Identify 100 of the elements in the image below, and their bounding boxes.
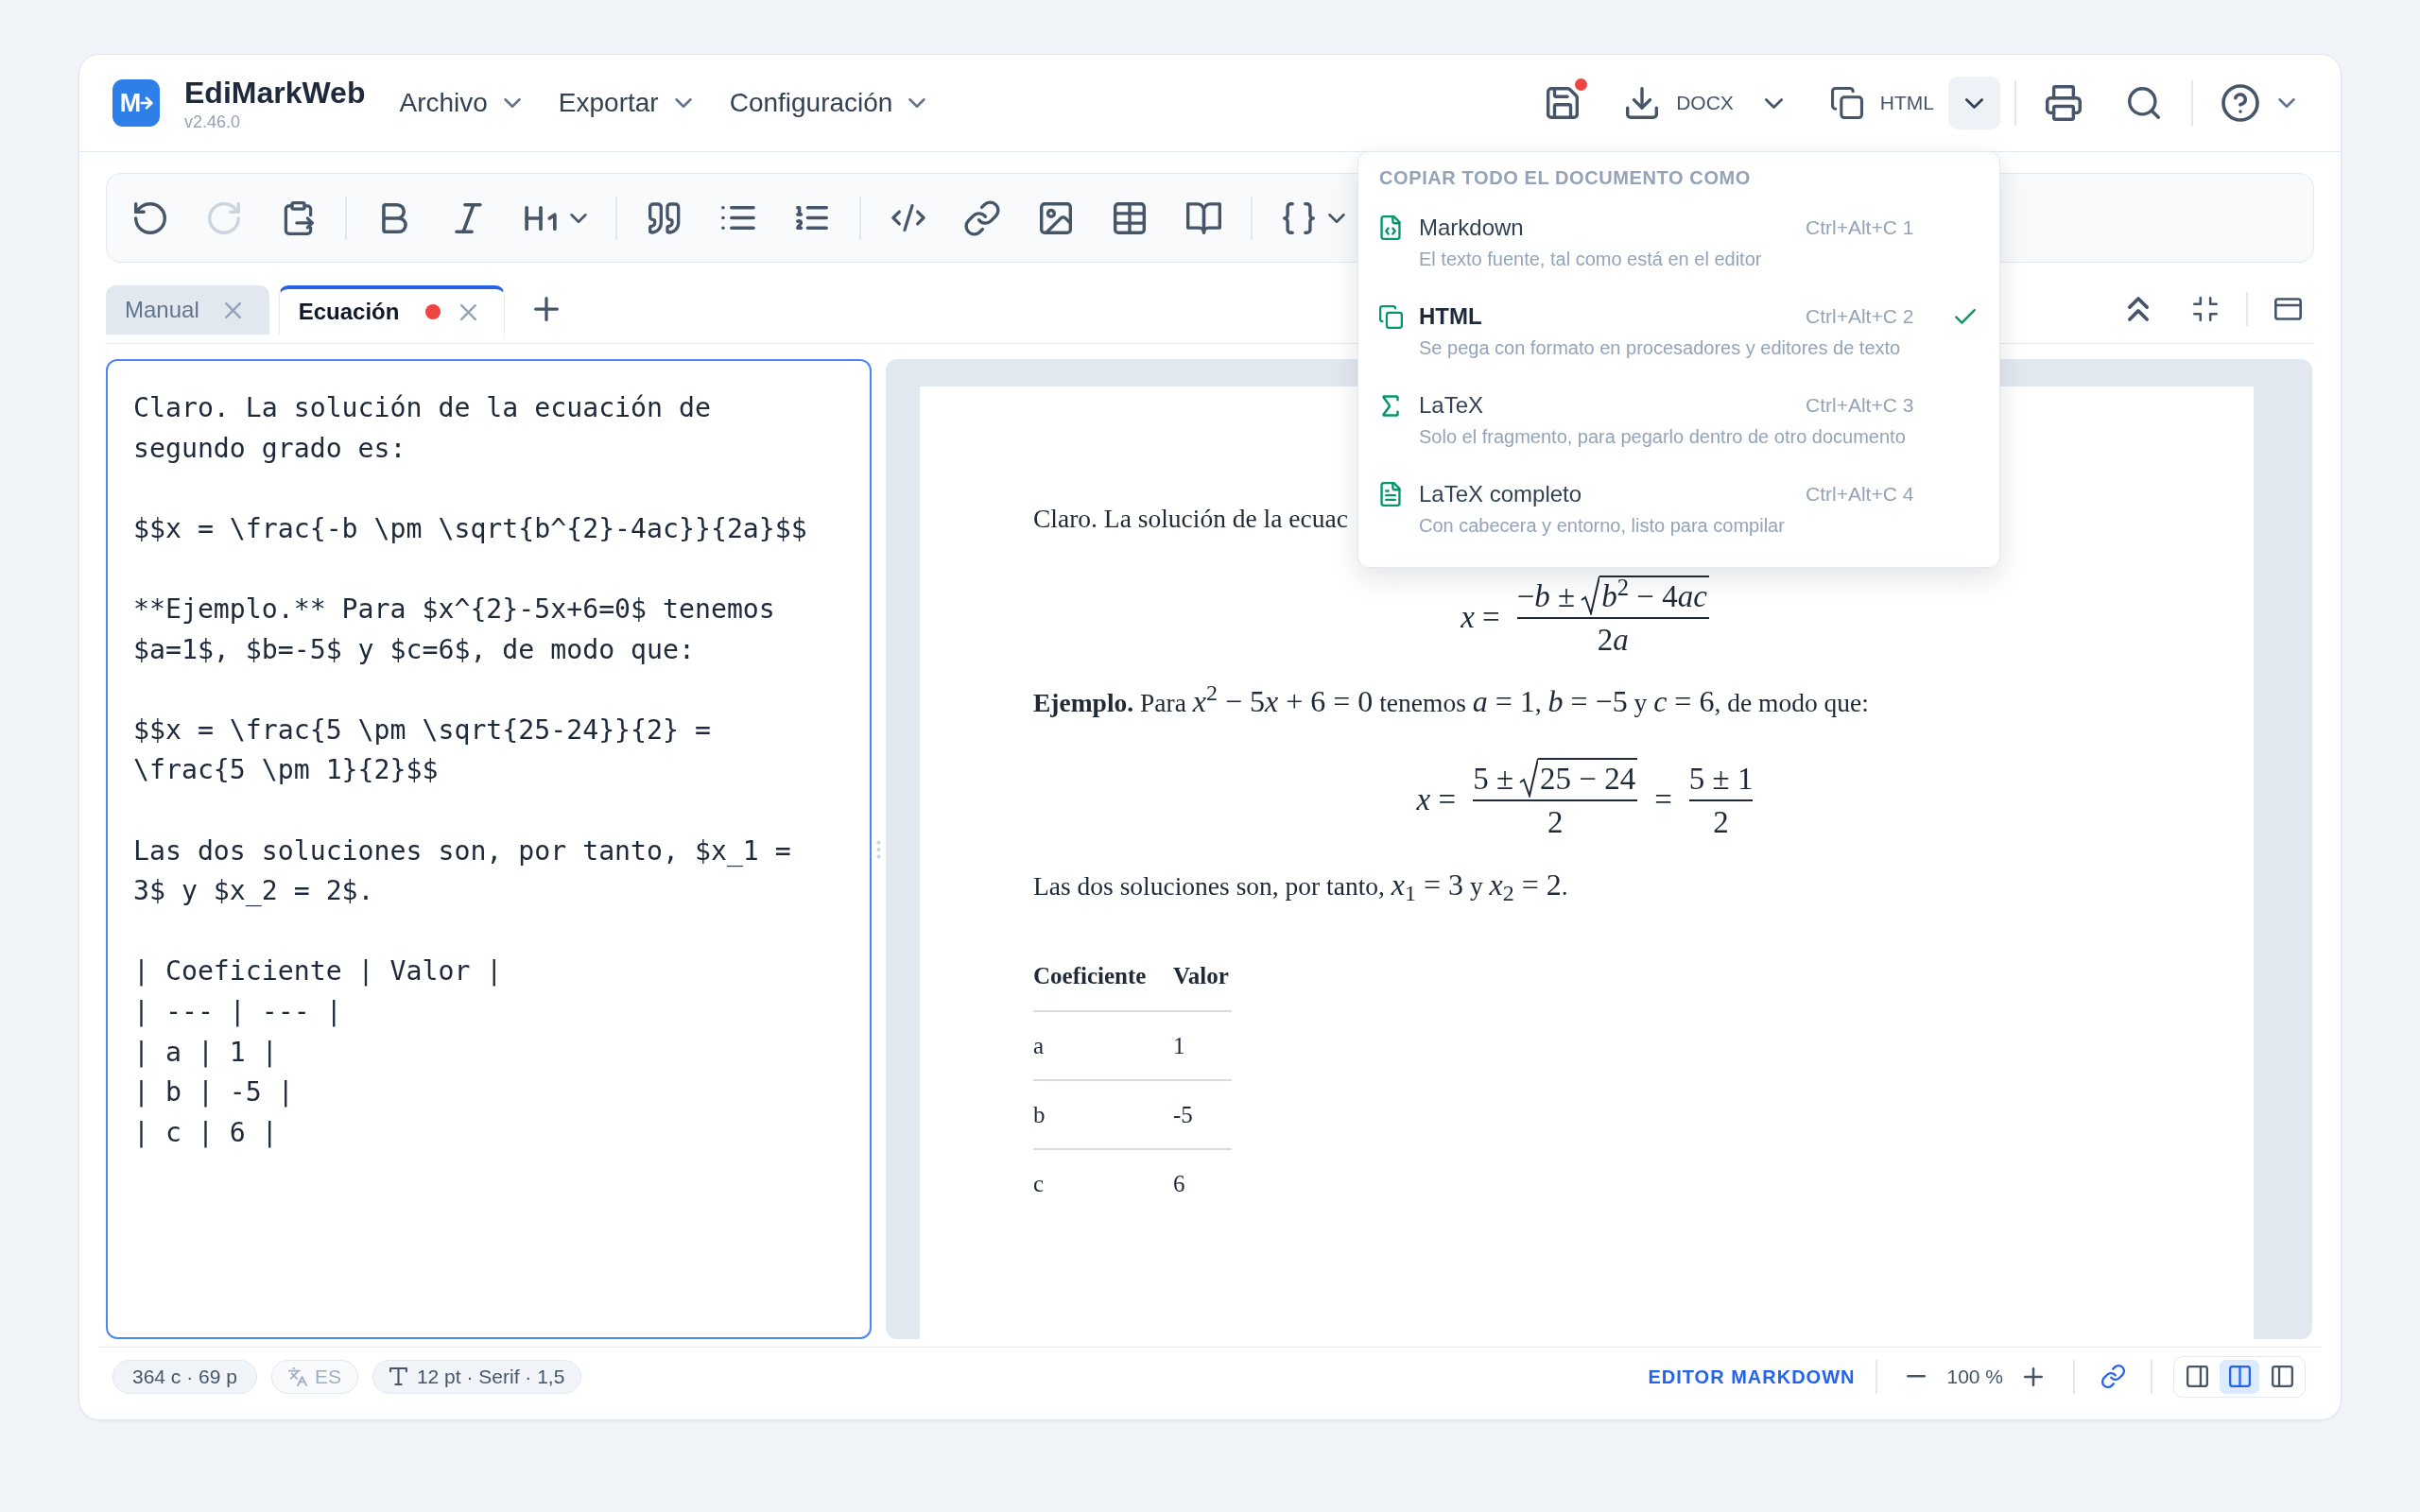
- panel-left-icon: [2271, 1366, 2293, 1387]
- double-chevron-up-icon: [2128, 297, 2149, 321]
- radical-sign-icon: [1581, 576, 1600, 615]
- chevron-down-icon: [908, 98, 926, 108]
- link-icon: [2101, 1366, 2124, 1387]
- menu-heading: COPIAR TODO EL DOCUMENTO COMO: [1378, 166, 1751, 189]
- plus-icon: [2024, 1366, 2043, 1386]
- markdown-text: $$x = \frac{5 \pm \sqrt{25-24}}{2} = \frac{5 \pm 1}{2}$$: [133, 713, 711, 788]
- menu-item-description: Solo el fragmento, para pegarlo dentro de otro documento: [1419, 425, 1906, 449]
- preview-paragraph: Ejemplo. Para x$^{2}$ − 5x + 6 = 0 tenemos a = 1, b = −5 y c = 6, de modo que:: [1033, 681, 1869, 720]
- document-icon: [1380, 482, 1401, 507]
- link-icon: [966, 201, 998, 234]
- markdown-text: $$x = \frac{-b \pm \sqrt{b^{2}-4ac}}{2a}$$: [133, 511, 807, 546]
- heading-icon: [525, 205, 557, 231]
- numbered-list-icon: [796, 206, 828, 230]
- menu-item-description: Se pega con formato en procesadores y editores de texto: [1419, 336, 1901, 360]
- keyboard-shortcut: Ctrl+Alt+C 3: [1806, 394, 1914, 417]
- translate-icon: [287, 1366, 307, 1386]
- drag-handle-icon[interactable]: [876, 839, 881, 859]
- arrow-icon: [141, 97, 153, 109]
- text-type-icon: [389, 1367, 407, 1385]
- table-cell: 1: [1173, 1011, 1232, 1080]
- menu-item-title: LaTeX completo: [1419, 481, 1582, 507]
- window-icon: [2273, 298, 2302, 320]
- menu-button[interactable]: Exportar: [550, 79, 700, 127]
- preview-paragraph: Claro. La solución de la ecuac: [1033, 503, 1348, 535]
- bold-icon: [381, 202, 407, 233]
- minus-icon: [1907, 1375, 1927, 1378]
- document-tab[interactable]: Ecuación: [278, 285, 506, 335]
- markdown-editor[interactable]: [106, 359, 872, 1339]
- quote-icon: [648, 201, 682, 234]
- close-icon: [459, 303, 476, 320]
- keyboard-shortcut: Ctrl+Alt+C 2: [1806, 305, 1914, 328]
- markdown-text: | Coeficiente | Valor | | --- | --- | | a | 1 | | b | -5 | | c | 6 |: [133, 954, 503, 1150]
- open-book-icon: [1185, 201, 1221, 234]
- export-button[interactable]: DOCX: [1622, 78, 1737, 128]
- app-title: EdiMarkWeb: [184, 75, 366, 110]
- zoom-level: 100 %: [1946, 1364, 2003, 1389]
- copy-button[interactable]: HTML: [1826, 78, 1938, 128]
- radicand: 25 − 24: [1538, 758, 1638, 798]
- table-cell: -5: [1173, 1080, 1232, 1149]
- chevron-down-icon: [1328, 213, 1345, 223]
- radicand: b$^{2}$ − 4ac: [1599, 576, 1709, 615]
- menu-item[interactable]: HTML Ctrl+Alt+C 2 Se pega con formato en procesadores y editores de texto: [1358, 287, 1999, 376]
- bullet-list-icon: [721, 206, 755, 230]
- redo-icon: [208, 201, 240, 234]
- chevron-down-icon: [674, 98, 692, 108]
- menu-item-title: HTML: [1419, 303, 1482, 329]
- search-icon: [2128, 87, 2160, 119]
- menu-item-description: Con cabecera y entorno, listo para compilar: [1419, 514, 1785, 538]
- menu-item[interactable]: Markdown Ctrl+Alt+C 1 El texto fuente, tal como está en el editor: [1358, 198, 1999, 287]
- fraction-numerator: 5 ± 1: [1688, 761, 1754, 798]
- menu-button[interactable]: Configuración: [721, 79, 934, 127]
- table-header-cell: Coeficiente: [1033, 942, 1173, 1011]
- fraction-numerator: 5 ±: [1473, 761, 1513, 798]
- document-tab[interactable]: Manual: [106, 285, 269, 335]
- view-mode-button[interactable]: [2220, 1359, 2259, 1394]
- editor-mode-label: EDITOR MARKDOWN: [1648, 1365, 1856, 1389]
- fraction-numerator: −b ±: [1516, 578, 1576, 615]
- chevron-down-icon: [1765, 97, 1784, 109]
- fraction-denominator: 2: [1547, 804, 1564, 841]
- download-icon: [1626, 87, 1659, 119]
- image-icon: [1040, 201, 1072, 234]
- menu-item[interactable]: LaTeX Ctrl+Alt+C 3 Solo el fragmento, para pegarlo dentro de otro documento: [1358, 376, 1999, 465]
- math-text: x =: [1461, 599, 1500, 636]
- copy-icon: [1830, 87, 1863, 119]
- code-icon: [891, 204, 925, 232]
- radical-sign-icon: [1519, 758, 1538, 798]
- copy-menu-button[interactable]: [1948, 77, 2000, 129]
- check-icon: [1955, 308, 1976, 325]
- undo-icon: [134, 201, 166, 234]
- plus-icon: [534, 297, 560, 321]
- minimize-icon: [2193, 297, 2218, 321]
- table-icon: [1114, 201, 1146, 234]
- keyboard-shortcut: Ctrl+Alt+C 1: [1806, 216, 1914, 239]
- logo-letter: M: [119, 90, 142, 116]
- close-icon: [225, 301, 242, 318]
- menu-button[interactable]: Archivo: [391, 79, 528, 127]
- chevron-down-icon: [570, 213, 587, 223]
- braces-icon: [1283, 201, 1315, 234]
- table-cell: 6: [1173, 1149, 1232, 1218]
- italic-icon: [454, 202, 482, 233]
- copy-icon: [1378, 304, 1403, 329]
- menu-item-title: LaTeX: [1419, 392, 1484, 418]
- fraction-denominator: 2: [1713, 804, 1729, 841]
- sigma-icon: [1381, 394, 1400, 417]
- chevron-down-icon: [503, 98, 521, 108]
- help-icon: [2223, 86, 2257, 120]
- math-text: =: [1654, 782, 1672, 818]
- menu-item[interactable]: LaTeX completo Ctrl+Alt+C 4 Con cabecera y entorno, listo para compilar: [1358, 465, 1999, 554]
- table-cell: c: [1033, 1149, 1173, 1218]
- math-text: x =: [1416, 782, 1457, 818]
- table-cell: b: [1033, 1080, 1173, 1149]
- panel-right-icon: [2186, 1366, 2208, 1387]
- document-stats: 364 c · 69 p: [112, 1359, 257, 1394]
- keyboard-shortcut: Ctrl+Alt+C 4: [1806, 483, 1914, 506]
- columns-icon: [2228, 1366, 2251, 1387]
- typography-settings[interactable]: 12 pt · Serif · 1,5: [372, 1359, 582, 1394]
- app-version: v2.46.0: [184, 112, 242, 131]
- chevron-down-icon: [2278, 98, 2295, 108]
